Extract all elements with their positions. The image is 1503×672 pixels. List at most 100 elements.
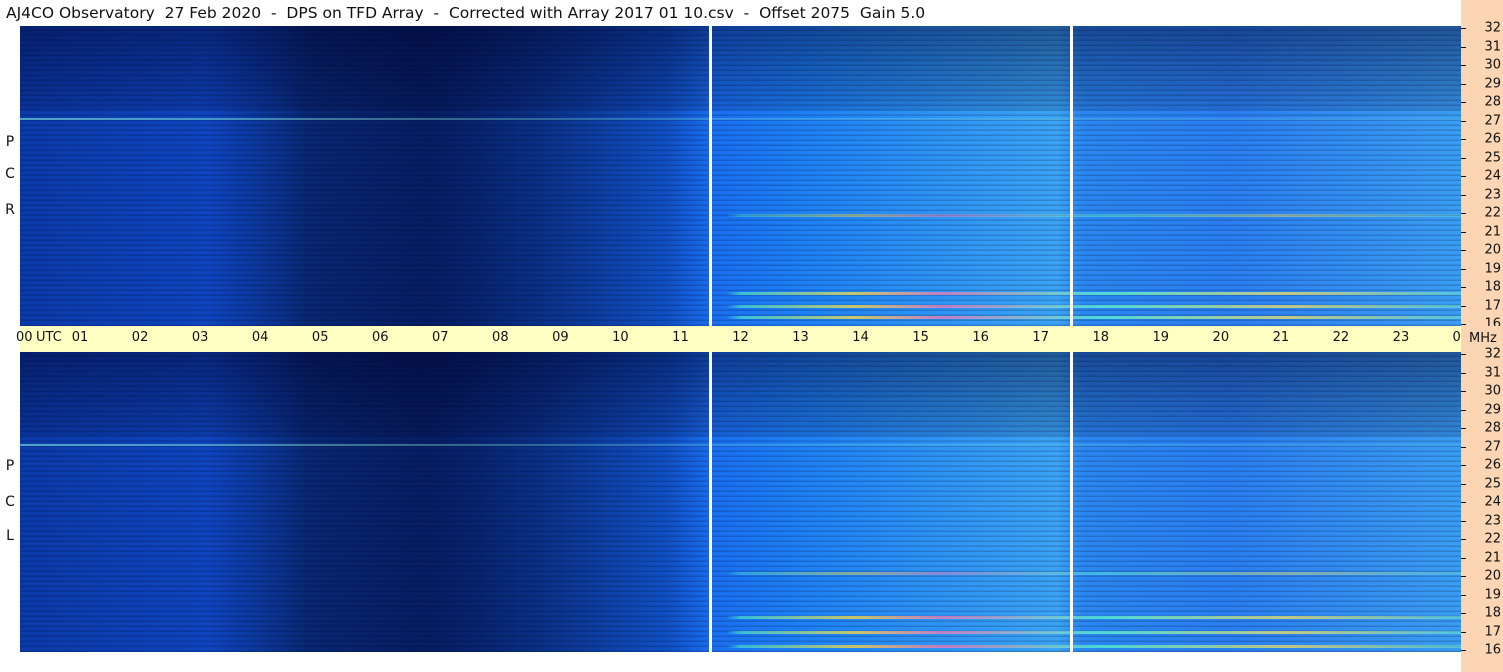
- utc-tick-label: 17: [1032, 330, 1049, 345]
- utc-unit-label: UTC: [36, 330, 62, 345]
- mhz-tick-label: 28: [1484, 420, 1501, 436]
- utc-tick-label: 14: [852, 330, 869, 345]
- utc-tick-label: 11: [672, 330, 689, 345]
- utc-tick-label: 15: [912, 330, 929, 345]
- mhz-tick-label: 23: [1484, 513, 1501, 528]
- mhz-tick-label: 21: [1484, 224, 1501, 239]
- pol-letter: P: [5, 458, 15, 474]
- mhz-tick-label: 18: [1484, 605, 1501, 621]
- utc-tick-label: 04: [251, 330, 269, 345]
- data-gap-line: [1069, 352, 1073, 652]
- mhz-tick-mark: [1461, 391, 1466, 392]
- spectrogram-window: AJ4CO Observatory 27 Feb 2020 - DPS on T…: [0, 0, 1503, 672]
- mhz-tick-mark: [1461, 594, 1466, 596]
- lcp-spectrogram: [20, 352, 1461, 652]
- mhz-tick-label: 26: [1484, 131, 1501, 147]
- mhz-tick-mark: [1461, 83, 1466, 85]
- mhz-tick-mark: [1461, 483, 1466, 485]
- data-gap-line: [709, 352, 713, 652]
- utc-tick-label: 10: [612, 330, 629, 345]
- mhz-tick-mark: [1461, 446, 1466, 448]
- utc-tick-label: 00: [16, 330, 33, 345]
- mhz-tick-label: 23: [1484, 187, 1501, 202]
- mhz-tick-mark: [1461, 465, 1466, 466]
- mhz-tick-label: 27: [1484, 439, 1501, 454]
- mhz-tick-label: 18: [1484, 279, 1501, 295]
- mhz-tick-label: 22: [1484, 531, 1501, 547]
- mhz-tick-label: 25: [1484, 476, 1501, 491]
- mhz-axis-top: 32 31 30 29 28 27 26 25 24 23 22 21 20 19 18 17 16: [1461, 0, 1503, 332]
- utc-tick-label: 07: [432, 330, 449, 345]
- mhz-tick-mark: [1461, 120, 1466, 122]
- mhz-tick-mark: [1461, 613, 1466, 614]
- mhz-tick-label: 22: [1484, 205, 1501, 221]
- utc-tick-label: 13: [792, 330, 809, 345]
- utc-tick-label: 22: [1332, 330, 1350, 345]
- pol-letter: C: [5, 494, 15, 510]
- data-gap-line: [1069, 26, 1073, 326]
- mhz-tick-mark: [1461, 287, 1466, 288]
- mhz-tick-label: 31: [1484, 39, 1501, 54]
- mhz-tick-mark: [1461, 539, 1466, 540]
- mhz-tick-mark: [1461, 409, 1466, 411]
- mhz-tick-mark: [1461, 428, 1466, 429]
- mhz-tick-label: 26: [1484, 457, 1501, 473]
- mhz-tick-label: 20: [1484, 242, 1501, 258]
- mhz-tick-mark: [1461, 176, 1466, 177]
- mhz-tick-label: 24: [1484, 168, 1501, 184]
- mhz-tick-mark: [1461, 194, 1466, 196]
- chart-title: AJ4CO Observatory 27 Feb 2020 - DPS on T…: [6, 4, 926, 22]
- data-gap-line: [709, 26, 713, 326]
- rcp-spectrogram: [20, 26, 1461, 326]
- mhz-tick-mark: [1461, 372, 1466, 374]
- mhz-tick-label: 19: [1484, 587, 1501, 602]
- mhz-tick-label: 19: [1484, 261, 1501, 276]
- mhz-tick-mark: [1461, 354, 1466, 355]
- mhz-unit-label: MHz: [1469, 331, 1497, 346]
- utc-tick-label: 18: [1092, 330, 1110, 345]
- mhz-tick-mark: [1461, 305, 1466, 307]
- mhz-tick-mark: [1461, 213, 1466, 214]
- mhz-tick-mark: [1461, 631, 1466, 633]
- utc-tick-label: 20: [1212, 330, 1230, 345]
- pol-letter: L: [6, 528, 14, 544]
- utc-tick-label: 03: [191, 330, 209, 345]
- mhz-tick-label: 20: [1484, 568, 1501, 584]
- mhz-tick-mark: [1461, 157, 1466, 159]
- mhz-tick-label: 24: [1484, 494, 1501, 510]
- utc-tick-label: 12: [732, 330, 749, 345]
- mhz-tick-mark: [1461, 65, 1466, 66]
- mhz-tick-mark: [1461, 139, 1466, 140]
- mhz-tick-label: 25: [1484, 150, 1501, 165]
- mhz-tick-label: 30: [1484, 383, 1501, 399]
- mhz-tick-label: 29: [1484, 402, 1501, 417]
- mhz-tick-mark: [1461, 324, 1466, 325]
- utc-tick-label: 01: [71, 330, 89, 345]
- mhz-tick-mark: [1461, 557, 1466, 559]
- pol-letter: R: [5, 202, 15, 218]
- mhz-tick-label: 27: [1484, 113, 1501, 128]
- mhz-tick-label: 31: [1484, 365, 1501, 380]
- mhz-tick-mark: [1461, 46, 1466, 48]
- utc-tick-label: 21: [1272, 330, 1290, 345]
- mhz-tick-mark: [1461, 102, 1466, 103]
- mhz-tick-label: 28: [1484, 94, 1501, 110]
- rcp-side-label: P C R: [0, 26, 20, 326]
- utc-tick-label: 02: [131, 330, 149, 345]
- mhz-tick-label: 21: [1484, 550, 1501, 565]
- mhz-tick-mark: [1461, 502, 1466, 503]
- mhz-axis-bottom: 32 31 30 29 28 27 26 25 24 23 22 21 20 19 18 17 16: [1461, 347, 1503, 672]
- mhz-tick-mark: [1461, 650, 1466, 651]
- utc-tick-label: 08: [492, 330, 509, 345]
- mhz-tick-label: 30: [1484, 57, 1501, 73]
- mhz-tick-mark: [1461, 576, 1466, 577]
- mhz-tick-mark: [1461, 520, 1466, 522]
- mhz-tick-mark: [1461, 231, 1466, 233]
- mhz-tick-label: 32: [1484, 20, 1501, 36]
- mhz-tick-label: 17: [1484, 298, 1501, 313]
- utc-tick-label: 09: [552, 330, 569, 345]
- pol-letter: C: [5, 166, 15, 182]
- mhz-tick-label: 16: [1484, 642, 1501, 658]
- mhz-tick-mark: [1461, 28, 1466, 29]
- utc-tick-label: 05: [311, 330, 329, 345]
